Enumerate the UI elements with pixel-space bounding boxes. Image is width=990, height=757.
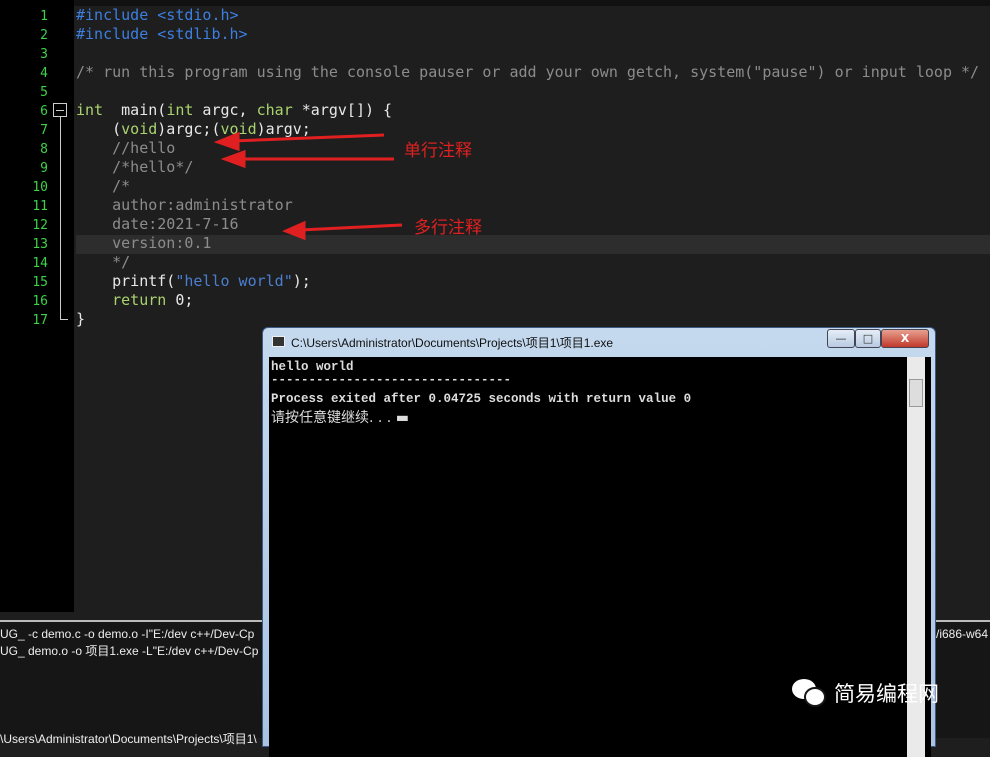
console-line: hello world <box>271 360 354 374</box>
console-line: -------------------------------- <box>271 373 512 387</box>
arrow-head-3 <box>282 220 306 241</box>
maximize-button[interactable]: □ <box>855 329 881 348</box>
log-line: UG_ -c demo.c -o demo.o -I"E:/dev c++/De… <box>0 627 255 641</box>
arrow-head-1 <box>213 131 240 152</box>
minimize-button[interactable]: — <box>827 329 855 348</box>
scrollbar-thumb[interactable] <box>909 379 923 407</box>
console-app-icon <box>272 336 285 347</box>
close-button[interactable]: X <box>881 329 929 348</box>
arrow-1 <box>231 133 385 143</box>
log-line: UG_ demo.o -o 项目1.exe -L"E:/dev c++/Dev-… <box>0 644 259 658</box>
log-line: /i686-w64 <box>936 627 989 641</box>
multi-line-comment-label: 多行注释 <box>414 218 482 238</box>
wechat-icon <box>792 679 826 707</box>
console-title: C:\Users\Administrator\Documents\Project… <box>291 336 614 350</box>
watermark-text: 简易编程网 <box>834 682 939 706</box>
single-line-comment-label: 单行注释 <box>404 141 472 161</box>
console-line: 请按任意键继续. . . ▬ <box>271 410 409 426</box>
annotation-arrows <box>213 131 403 241</box>
watermark: 简易编程网 <box>790 676 939 710</box>
console-line: Process exited after 0.04725 seconds wit… <box>271 392 692 406</box>
arrow-head-2 <box>220 149 246 169</box>
arrow-3 <box>299 223 403 232</box>
log-line: \Users\Administrator\Documents\Projects\… <box>0 732 257 746</box>
